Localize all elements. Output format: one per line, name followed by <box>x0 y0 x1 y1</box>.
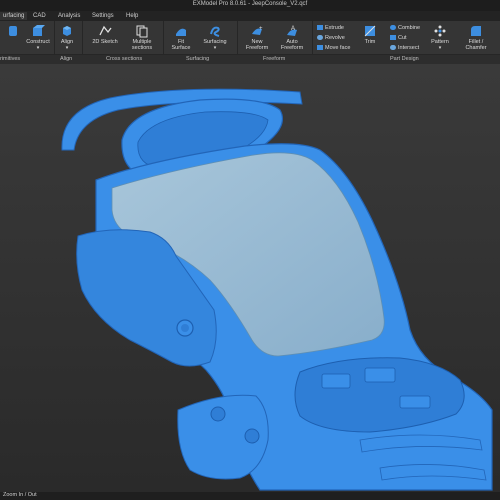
move-face-button[interactable]: Move face <box>317 45 350 52</box>
extrude-button[interactable]: Extrude <box>317 25 344 32</box>
revolve-icon <box>317 35 323 41</box>
primitive-button[interactable] <box>6 24 18 39</box>
construct-dropdown-icon: ▾ <box>36 45 40 51</box>
2d-sketch-button[interactable]: 2D Sketch <box>92 24 118 45</box>
trim-icon <box>363 24 377 38</box>
app-window: EXModel Pro 8.0.61 - JeepConsole_V2.qcf … <box>0 0 500 500</box>
scan-model <box>0 64 500 492</box>
fit-surface-label: Fit Surface <box>171 39 191 51</box>
group-cross-sections: Cross sections <box>106 56 143 62</box>
menu-help[interactable]: Help <box>126 13 138 19</box>
group-align: Align <box>60 56 73 62</box>
menu-settings[interactable]: Settings <box>92 13 114 19</box>
fillet-chamfer-label: Fillet / Chamfer <box>465 39 487 51</box>
pattern-icon <box>433 24 447 38</box>
move-face-icon <box>317 45 323 51</box>
svg-text:+: + <box>259 26 263 32</box>
group-surfacing: Surfacing <box>186 56 210 62</box>
construct-button[interactable]: Construct ▾ <box>24 24 52 51</box>
cut-button[interactable]: Cut <box>390 35 407 42</box>
fit-surface-icon <box>174 24 188 38</box>
group-primitives: rimitives <box>0 56 21 62</box>
auto-freeform-button[interactable]: A Auto Freeform <box>278 24 306 51</box>
pattern-button[interactable]: Pattern ▾ <box>428 24 452 51</box>
intersect-icon <box>390 45 396 51</box>
status-text: Zoom In / Out <box>3 492 37 498</box>
mesh-switch-right <box>364 367 396 383</box>
menu-surfacing[interactable]: urfacing <box>0 12 28 20</box>
cut-icon <box>390 35 396 41</box>
window-title: EXModel Pro 8.0.61 - JeepConsole_V2.qcf <box>192 1 308 7</box>
combine-icon <box>390 25 396 31</box>
fit-surface-button[interactable]: Fit Surface <box>170 24 192 51</box>
surfacing-button[interactable]: Surfacing ▾ <box>200 24 230 51</box>
new-freeform-button[interactable]: + New Freeform <box>243 24 271 51</box>
mesh-lower-boss-1 <box>210 406 226 422</box>
extrude-icon <box>317 25 323 31</box>
extrude-label: Extrude <box>325 25 344 31</box>
cylinder-icon <box>6 24 20 38</box>
align-dropdown-icon: ▾ <box>65 45 69 51</box>
sketch-icon <box>98 24 112 38</box>
menu-cad[interactable]: CAD <box>33 13 46 19</box>
combine-label: Combine <box>398 25 421 31</box>
multiple-sections-button[interactable]: Multiple sections <box>128 24 156 51</box>
new-freeform-label: New Freeform <box>245 39 269 51</box>
construct-icon <box>31 24 45 38</box>
revolve-button[interactable]: Revolve <box>317 35 345 42</box>
trim-label: Trim <box>364 39 376 45</box>
intersect-button[interactable]: Intersect <box>390 45 419 52</box>
mesh-switch-left <box>321 373 351 389</box>
mesh-switch-bottom <box>399 395 431 409</box>
menu-bar: urfacing CAD Analysis Settings Help <box>0 11 500 21</box>
fillet-chamfer-button[interactable]: Fillet / Chamfer <box>461 24 491 51</box>
cut-label: Cut <box>398 35 407 41</box>
title-bar: EXModel Pro 8.0.61 - JeepConsole_V2.qcf <box>0 0 500 11</box>
group-freeform: Freeform <box>263 56 286 62</box>
intersect-label: Intersect <box>398 45 420 51</box>
multiple-sections-icon <box>135 24 149 38</box>
revolve-label: Revolve <box>325 35 345 41</box>
mesh-knob-center <box>181 324 189 332</box>
fillet-icon <box>469 24 483 38</box>
3d-viewport[interactable] <box>0 64 500 492</box>
auto-freeform-label: Auto Freeform <box>280 39 304 51</box>
align-icon <box>60 24 74 38</box>
status-bar: Zoom In / Out <box>0 492 500 500</box>
new-freeform-icon: + <box>250 24 264 38</box>
mesh-lower-boss-2 <box>244 428 260 444</box>
multiple-sections-label: Multiple sections <box>131 39 153 51</box>
surfacing-dropdown-icon: ▾ <box>213 45 217 51</box>
pattern-dropdown-icon: ▾ <box>438 45 442 51</box>
surfacing-icon <box>208 24 222 38</box>
align-button[interactable]: Align ▾ <box>57 24 77 51</box>
trim-button[interactable]: Trim <box>362 24 378 45</box>
2d-sketch-label: 2D Sketch <box>92 39 118 45</box>
auto-freeform-icon: A <box>285 24 299 38</box>
combine-button[interactable]: Combine <box>390 25 420 32</box>
move-face-label: Move face <box>325 45 351 51</box>
menu-analysis[interactable]: Analysis <box>58 13 80 19</box>
svg-text:A: A <box>291 26 295 32</box>
group-part-design: Part Design <box>390 56 419 62</box>
